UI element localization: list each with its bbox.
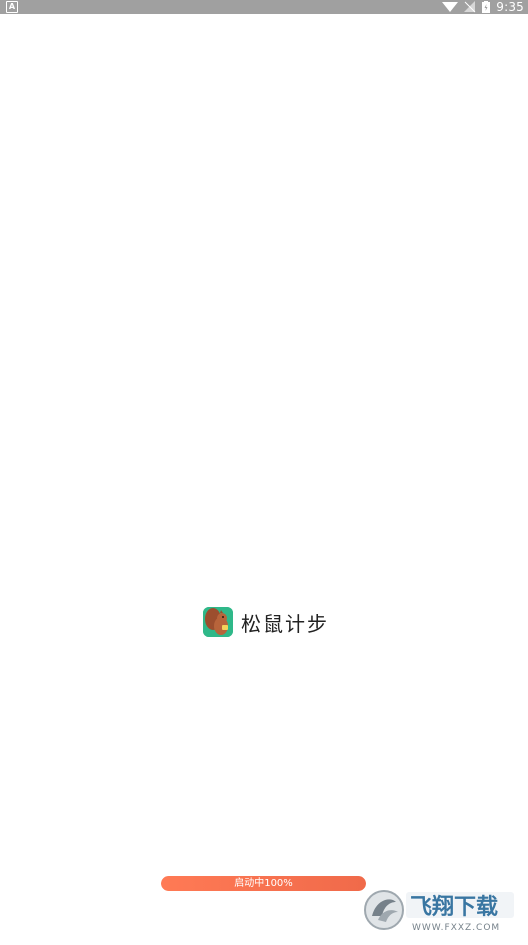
status-bar: A 9:35 [0, 0, 528, 14]
app-name: 松鼠计步 [241, 611, 329, 636]
progress-label: 启动中100% [234, 878, 293, 889]
battery-icon [482, 1, 491, 13]
watermark-title: 飞翔下载 [410, 894, 498, 920]
wifi-icon [442, 1, 459, 13]
watermark-url: WWW.FXXZ.COM [412, 923, 500, 933]
watermark-logo: 飞翔下载 WWW.FXXZ.COM [362, 886, 518, 934]
status-time: 9:35 [496, 0, 524, 14]
loading-progress-bar: 启动中100% [161, 876, 366, 891]
status-icons: 9:35 [442, 0, 524, 14]
squirrel-app-icon [203, 607, 233, 637]
keyboard-indicator-icon: A [6, 1, 18, 13]
splash-screen: A 9:35 松鼠计步 启动中100% 飞翔下载 WWW.FXXZ.COM [0, 0, 528, 945]
signal-icon [464, 1, 476, 13]
app-logo: 松鼠计步 [203, 606, 329, 638]
